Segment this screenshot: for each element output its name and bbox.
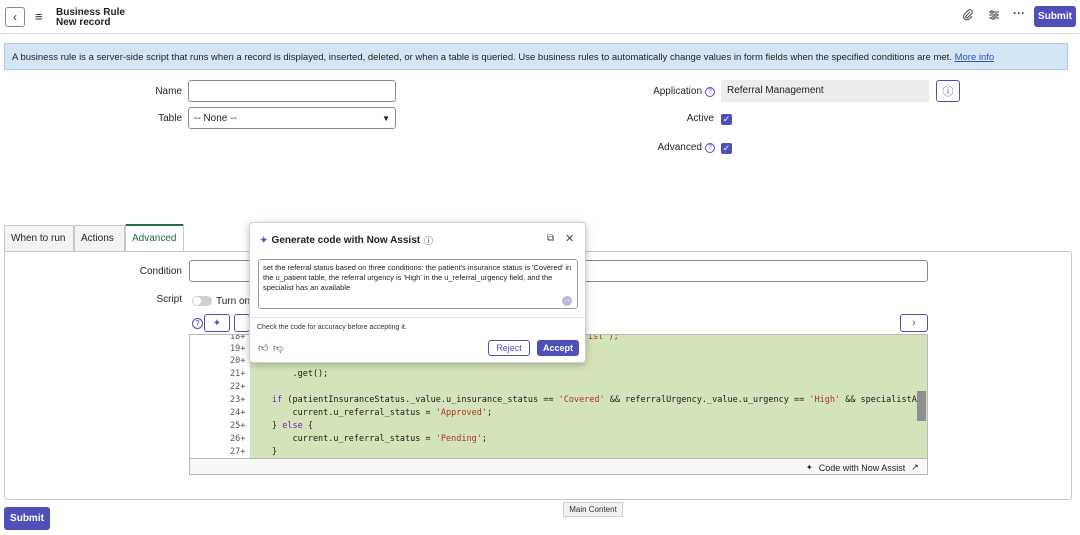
banner-text: A business rule is a server-side script … (12, 52, 955, 63)
script-toggle[interactable] (192, 296, 212, 306)
code-scrollbar[interactable] (917, 391, 926, 421)
editor-footer: ✦ Code with Now Assist ↗ (189, 458, 928, 475)
application-label-text: Application (653, 86, 702, 97)
condition-label: Condition (139, 266, 182, 277)
name-input[interactable] (188, 80, 396, 102)
help-icon[interactable]: ? (705, 143, 715, 153)
submit-button-bottom[interactable]: Submit (4, 507, 50, 530)
tab-advanced[interactable]: Advanced (125, 224, 184, 251)
line-number: 22+ (230, 382, 246, 392)
popup-title: Generate code with Now Assist (271, 235, 421, 246)
table-select[interactable]: -- None -- ▼ (188, 107, 396, 129)
external-link-icon: ↗ (911, 462, 919, 472)
info-icon: ⓘ (942, 86, 954, 98)
code-line: if (patientInsuranceStatus._value.u_insu… (272, 395, 917, 405)
code-line: current.u_referral_status = 'Pending'; (272, 434, 487, 444)
application-field: Referral Management (721, 80, 929, 102)
script-label: Script (156, 294, 182, 305)
expand-editor-button[interactable]: › (900, 314, 928, 332)
sparkle-icon: ✦ (806, 463, 813, 472)
chevron-left-icon: ‹ (13, 10, 17, 24)
code-line: } (272, 447, 278, 457)
page-subtitle: New record (56, 17, 111, 28)
code-line: } else { (272, 421, 313, 431)
code-with-now-assist-link[interactable]: ✦ Code with Now Assist ↗ (806, 462, 919, 473)
close-icon[interactable]: ✕ (565, 232, 574, 245)
sparkle-icon: ✦ (212, 317, 222, 329)
thumbs-down-icon[interactable]: 👎︎ (273, 342, 283, 354)
line-number: 25+ (230, 421, 246, 431)
divider (250, 317, 585, 318)
sparkle-icon: ✦ (260, 235, 268, 245)
line-number: 21+ (230, 369, 246, 379)
paperclip-icon[interactable] (962, 9, 974, 24)
prompt-input[interactable]: set the referral status based on three c… (258, 259, 578, 309)
hamburger-menu-icon[interactable]: ≡ (35, 9, 43, 24)
code-line: .get(); (272, 369, 329, 379)
accuracy-disclaimer: Check the code for accuracy before accep… (257, 324, 407, 331)
application-label: Application? (600, 86, 715, 97)
now-assist-popup: ✦ Generate code with Now Assist ⓘ ⧉ ✕ se… (249, 222, 586, 363)
main-content-tooltip: Main Content (563, 502, 623, 517)
help-icon[interactable]: ? (192, 318, 203, 329)
code-line-partial: ist'); (588, 334, 619, 342)
code-with-now-assist-label: Code with Now Assist (818, 462, 906, 473)
submit-button-top[interactable]: Submit (1034, 6, 1076, 27)
active-checkbox[interactable]: ✓ (721, 114, 732, 125)
code-line: current.u_referral_status = 'Approved'; (272, 408, 493, 418)
more-options-icon[interactable]: ··· (1013, 6, 1025, 20)
popup-header: ✦ Generate code with Now Assist ⓘ (260, 234, 433, 247)
back-button[interactable]: ‹ (5, 7, 25, 27)
header-bar: ‹ ≡ Business Rule New record ··· Submit (0, 0, 1080, 34)
info-icon[interactable]: ⓘ (424, 234, 433, 247)
caret-down-icon: ▼ (382, 113, 390, 123)
chevron-right-icon: › (912, 317, 916, 329)
help-icon[interactable]: ? (705, 87, 715, 97)
settings-sliders-icon[interactable] (988, 9, 1000, 24)
reject-button[interactable]: Reject (488, 340, 530, 356)
advanced-label-text: Advanced (657, 142, 702, 153)
editor-tool-button[interactable] (234, 314, 250, 332)
info-banner: A business rule is a server-side script … (4, 43, 1068, 70)
name-label: Name (155, 86, 182, 97)
advanced-label: Advanced? (600, 142, 715, 153)
now-assist-sparkle-button[interactable]: ✦ (204, 314, 230, 332)
prompt-text: set the referral status based on three c… (263, 263, 572, 292)
tab-actions[interactable]: Actions (74, 225, 125, 251)
line-number: 27+ (230, 447, 246, 457)
advanced-checkbox[interactable]: ✓ (721, 143, 732, 154)
table-select-value: -- None -- (194, 112, 237, 124)
active-label: Active (686, 113, 714, 124)
turn-on-label: Turn on (216, 296, 251, 307)
application-info-button[interactable]: ⓘ (936, 80, 960, 102)
accept-button[interactable]: Accept (537, 340, 579, 356)
table-label: Table (158, 113, 182, 124)
send-arrow-icon[interactable]: → (562, 296, 572, 306)
thumbs-up-icon[interactable]: 👍︎ (258, 342, 268, 354)
popout-icon[interactable]: ⧉ (547, 233, 554, 244)
tab-when-to-run[interactable]: When to run (4, 225, 74, 251)
more-info-link[interactable]: More info (955, 52, 995, 63)
